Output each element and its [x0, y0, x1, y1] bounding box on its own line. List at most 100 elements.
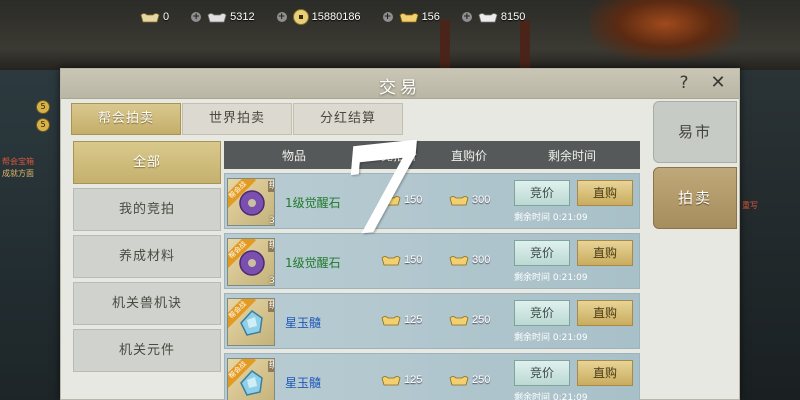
add-currency-button[interactable]: + — [191, 12, 202, 22]
buyout-price-value: 250 — [472, 314, 491, 326]
buyout-price-value: 250 — [472, 374, 491, 386]
item-name: 星玉髓 — [285, 316, 322, 330]
add-currency-button[interactable]: + — [276, 12, 287, 22]
help-button[interactable]: ? — [673, 73, 695, 95]
table-row: 帮会战 绑 3 1级觉醒石 150 300 竞价 直购 剩余时间 0:21:09 — [224, 173, 640, 229]
buyout-price: 250 — [449, 374, 490, 386]
auction-type-tabs: 帮会拍卖 世界拍卖 分红结算 — [71, 103, 404, 135]
bid-price-value: 150 — [404, 194, 423, 206]
currency-value: 8150 — [500, 11, 526, 23]
bound-tag: 绑 — [268, 361, 274, 372]
tab-dividend-settlement[interactable]: 分红结算 — [293, 103, 403, 135]
close-button[interactable]: ✕ — [707, 72, 729, 94]
bound-tag: 绑 — [268, 241, 274, 252]
bid-price: 125 — [381, 374, 422, 386]
item-name: 星玉髓 — [285, 376, 322, 390]
bid-button[interactable]: 竞价 — [514, 300, 570, 326]
category-growth-materials[interactable]: 养成材料 — [73, 235, 221, 278]
table-row: 帮会战 绑 星玉髓 125 250 竞价 直购 剩余时间 0:21:09 — [224, 293, 640, 349]
buyout-price: 300 — [449, 194, 490, 206]
gold-ingot-icon — [399, 13, 419, 23]
header-buyout-price: 直购价 — [450, 148, 487, 163]
item-slot[interactable]: 帮会战 绑 3 — [227, 178, 275, 226]
background-label: 重写 — [742, 201, 758, 210]
bid-price-value: 125 — [404, 374, 423, 386]
buyout-price: 300 — [449, 254, 490, 266]
buyout-price-value: 300 — [472, 194, 491, 206]
tab-world-auction[interactable]: 世界拍卖 — [182, 103, 292, 135]
add-currency-button[interactable]: + — [461, 12, 472, 22]
buyout-button[interactable]: 直购 — [577, 180, 633, 206]
market-mode-tabs: 易市 拍卖 — [653, 101, 737, 233]
item-slot[interactable]: 帮会战 绑 — [227, 358, 275, 400]
silver-ingot-icon — [140, 13, 160, 23]
currency-bar: 0 + 5312 + 15880186 + 156 + 8150 — [140, 6, 547, 28]
gold-ingot-icon — [449, 376, 469, 386]
trade-window: 交易 ? ✕ 帮会拍卖 世界拍卖 分红结算 全部 我的竞拍 养成材料 机关兽机诀… — [60, 68, 740, 400]
currency-value: 5312 — [230, 11, 255, 23]
gold-ingot-icon — [449, 196, 469, 206]
background-fire — [590, 0, 740, 60]
bid-price: 150 — [381, 254, 422, 266]
currency-gold: + 156 — [382, 6, 440, 28]
buyout-button[interactable]: 直购 — [577, 300, 633, 326]
currency-silver-bound: 0 — [140, 6, 169, 28]
bid-price-value: 125 — [404, 314, 423, 326]
table-row: 帮会战 绑 星玉髓 125 250 竞价 直购 剩余时间 0:21:09 — [224, 353, 640, 400]
currency-copper: + 15880186 — [276, 6, 361, 28]
gold-ingot-icon — [381, 256, 401, 266]
tab-auction[interactable]: 拍卖 — [653, 167, 737, 229]
gold-ingot-icon — [381, 196, 401, 206]
silver-ingot-icon — [207, 13, 227, 23]
bid-button[interactable]: 竞价 — [514, 360, 570, 386]
header-remaining-time: 剩余时间 — [547, 148, 596, 163]
item-name: 1级觉醒石 — [285, 256, 341, 270]
category-beast-formulas[interactable]: 机关兽机诀 — [73, 282, 221, 325]
bid-button[interactable]: 竞价 — [514, 180, 570, 206]
remaining-time: 剩余时间 0:21:09 — [514, 213, 588, 223]
gold-ingot-icon — [449, 256, 469, 266]
currency-silver: + 5312 — [191, 6, 255, 28]
bound-tag: 绑 — [268, 301, 274, 312]
map-marker-icon: 5 — [36, 118, 50, 132]
header-bid-price: 竞拍价 — [380, 148, 417, 163]
table-header: 物品 竞拍价 直购价 剩余时间 — [224, 141, 640, 169]
buyout-button[interactable]: 直购 — [577, 240, 633, 266]
tab-guild-auction[interactable]: 帮会拍卖 — [71, 103, 181, 135]
copper-coin-icon — [292, 9, 309, 25]
gold-ingot-icon — [381, 376, 401, 386]
bid-price-value: 150 — [404, 254, 423, 266]
buyout-price: 250 — [449, 314, 490, 326]
background-label: 帮会宝箱 — [2, 157, 34, 166]
add-currency-button[interactable]: + — [382, 12, 393, 22]
gold-ingot-icon — [449, 316, 469, 326]
item-slot[interactable]: 帮会战 绑 3 — [227, 238, 275, 286]
map-marker-icon: 5 — [36, 100, 50, 114]
item-slot[interactable]: 帮会战 绑 — [227, 298, 275, 346]
currency-value: 156 — [421, 11, 440, 23]
background-right-scene — [740, 70, 800, 400]
title-bar: 交易 ? ✕ — [61, 69, 739, 99]
auction-table: 物品 竞拍价 直购价 剩余时间 帮会战 绑 3 1级觉醒石 150 — [224, 141, 640, 400]
tab-marketplace[interactable]: 易市 — [653, 101, 737, 163]
currency-value: 0 — [163, 11, 170, 23]
bound-tag: 绑 — [268, 181, 274, 192]
header-item: 物品 — [281, 148, 306, 163]
window-title: 交易 — [379, 78, 421, 98]
gold-ingot-icon — [381, 316, 401, 326]
bid-price: 125 — [381, 314, 422, 326]
remaining-time: 剩余时间 0:21:09 — [514, 273, 588, 283]
item-quantity: 3 — [269, 276, 275, 286]
currency-silver-2: + 8150 — [461, 6, 526, 28]
item-name: 1级觉醒石 — [285, 196, 341, 210]
category-my-bids[interactable]: 我的竞拍 — [73, 188, 221, 231]
item-quantity: 3 — [269, 216, 275, 226]
bid-button[interactable]: 竞价 — [514, 240, 570, 266]
buyout-price-value: 300 — [472, 254, 491, 266]
table-row: 帮会战 绑 3 1级觉醒石 150 300 竞价 直购 剩余时间 0:21:09 — [224, 233, 640, 289]
buyout-button[interactable]: 直购 — [577, 360, 633, 386]
currency-value: 15880186 — [311, 11, 361, 23]
category-all[interactable]: 全部 — [73, 141, 221, 184]
category-mechanism-parts[interactable]: 机关元件 — [73, 329, 221, 372]
background-label: 成就方面 — [2, 169, 34, 178]
